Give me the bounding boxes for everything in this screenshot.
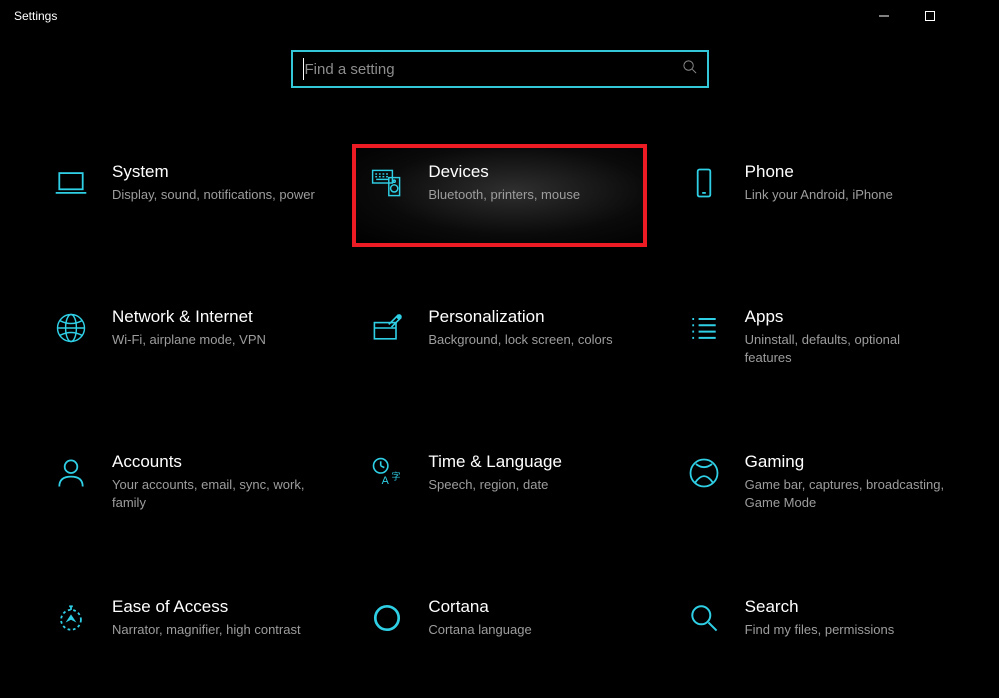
tile-title: Devices — [428, 162, 632, 182]
window-title: Settings — [14, 9, 57, 23]
tile-phone[interactable]: Phone Link your Android, iPhone — [673, 148, 959, 243]
tile-network[interactable]: Network & Internet Wi-Fi, airplane mode,… — [40, 293, 326, 388]
tile-devices[interactable]: Devices Bluetooth, printers, mouse — [352, 144, 646, 247]
search-box[interactable] — [291, 50, 709, 88]
tile-cortana[interactable]: Cortana Cortana language — [356, 583, 642, 678]
tile-desc: Background, lock screen, colors — [428, 331, 632, 349]
magnifier-icon — [683, 597, 725, 639]
tile-desc: Narrator, magnifier, high contrast — [112, 621, 316, 639]
tile-desc: Find my files, permissions — [745, 621, 949, 639]
keyboard-speaker-icon — [366, 162, 408, 204]
window-controls — [861, 0, 999, 32]
search-input[interactable] — [305, 61, 682, 78]
search-icon — [682, 59, 697, 79]
tile-accounts[interactable]: Accounts Your accounts, email, sync, wor… — [40, 438, 326, 533]
tile-personalization[interactable]: Personalization Background, lock screen,… — [356, 293, 642, 388]
titlebar: Settings — [0, 0, 999, 32]
list-icon — [683, 307, 725, 349]
cortana-icon — [366, 597, 408, 639]
tile-apps[interactable]: Apps Uninstall, defaults, optional featu… — [673, 293, 959, 388]
tile-ease-of-access[interactable]: Ease of Access Narrator, magnifier, high… — [40, 583, 326, 678]
settings-grid: System Display, sound, notifications, po… — [0, 88, 999, 698]
tile-title: Cortana — [428, 597, 632, 617]
tile-title: Time & Language — [428, 452, 632, 472]
tile-desc: Link your Android, iPhone — [745, 186, 949, 204]
tile-desc: Display, sound, notifications, power — [112, 186, 316, 204]
tile-desc: Game bar, captures, broadcasting, Game M… — [745, 476, 949, 511]
tile-desc: Uninstall, defaults, optional features — [745, 331, 949, 366]
tile-desc: Bluetooth, printers, mouse — [428, 186, 632, 204]
svg-text:A: A — [382, 475, 390, 487]
laptop-icon — [50, 162, 92, 204]
tile-desc: Cortana language — [428, 621, 632, 639]
maximize-button[interactable] — [907, 0, 953, 32]
globe-icon — [50, 307, 92, 349]
ease-of-access-icon — [50, 597, 92, 639]
tile-desc: Wi-Fi, airplane mode, VPN — [112, 331, 316, 349]
tile-desc: Your accounts, email, sync, work, family — [112, 476, 316, 511]
tile-title: Personalization — [428, 307, 632, 327]
tile-title: Gaming — [745, 452, 949, 472]
phone-icon — [683, 162, 725, 204]
tile-title: Apps — [745, 307, 949, 327]
tile-search[interactable]: Search Find my files, permissions — [673, 583, 959, 678]
tile-title: Network & Internet — [112, 307, 316, 327]
tile-system[interactable]: System Display, sound, notifications, po… — [40, 148, 326, 243]
svg-text:字: 字 — [392, 470, 401, 481]
paint-icon — [366, 307, 408, 349]
tile-time-language[interactable]: A 字 Time & Language Speech, region, date — [356, 438, 642, 533]
minimize-button[interactable] — [861, 0, 907, 32]
text-cursor — [303, 58, 304, 80]
tile-title: Ease of Access — [112, 597, 316, 617]
tile-gaming[interactable]: Gaming Game bar, captures, broadcasting,… — [673, 438, 959, 533]
tile-title: System — [112, 162, 316, 182]
tile-title: Search — [745, 597, 949, 617]
search-container — [0, 50, 999, 88]
tile-desc: Speech, region, date — [428, 476, 632, 494]
tile-title: Phone — [745, 162, 949, 182]
xbox-icon — [683, 452, 725, 494]
time-language-icon: A 字 — [366, 452, 408, 494]
tile-title: Accounts — [112, 452, 316, 472]
person-icon — [50, 452, 92, 494]
